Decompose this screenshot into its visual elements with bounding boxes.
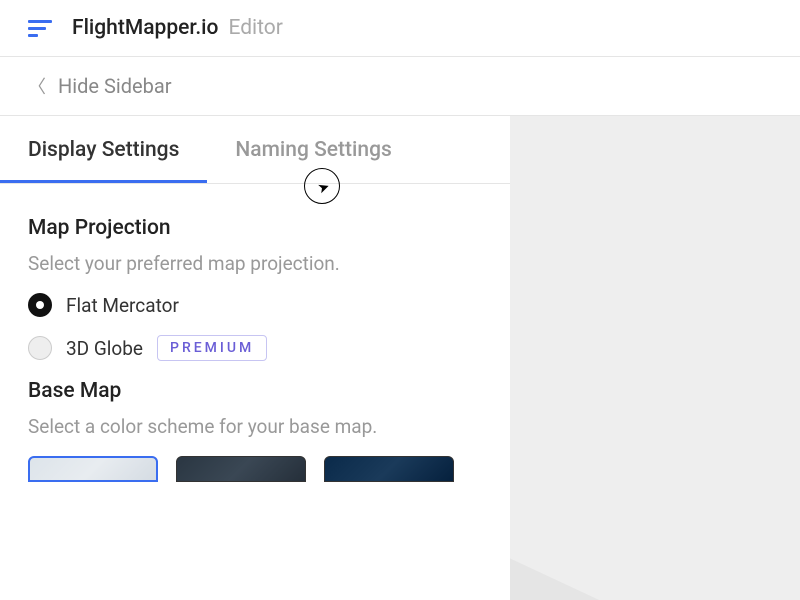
radio-icon: [28, 336, 52, 360]
base-map-option-dark-blue[interactable]: [324, 456, 454, 482]
sidebar: Display Settings Naming Settings Map Pro…: [0, 116, 510, 600]
radio-icon: [28, 293, 52, 317]
premium-badge: PREMIUM: [157, 335, 267, 361]
display-settings-panel: Map Projection Select your preferred map…: [0, 184, 510, 506]
tabs: Display Settings Naming Settings: [0, 116, 510, 184]
base-map-title: Base Map: [28, 379, 482, 403]
tab-naming-settings[interactable]: Naming Settings: [207, 116, 419, 183]
base-map-desc: Select a color scheme for your base map.: [28, 415, 482, 438]
tab-display-settings[interactable]: Display Settings: [0, 116, 207, 183]
app-title: FlightMapper.io: [72, 16, 218, 40]
menu-icon[interactable]: [28, 20, 52, 37]
base-map-option-light[interactable]: [28, 456, 158, 482]
base-map-option-dark-grey[interactable]: [176, 456, 306, 482]
main-content: Display Settings Naming Settings Map Pro…: [0, 116, 800, 600]
map-projection-desc: Select your preferred map projection.: [28, 252, 482, 275]
hide-sidebar-button[interactable]: 〈 Hide Sidebar: [0, 57, 800, 116]
radio-label: 3D Globe: [66, 337, 143, 360]
map-projection-title: Map Projection: [28, 216, 482, 240]
app-mode: Editor: [228, 16, 282, 40]
chevron-left-icon: 〈: [28, 73, 46, 99]
map-preview[interactable]: [510, 116, 800, 600]
hide-sidebar-label: Hide Sidebar: [58, 74, 172, 98]
base-map-options: [28, 456, 482, 482]
app-header: FlightMapper.io Editor: [0, 0, 800, 57]
projection-option-flat-mercator[interactable]: Flat Mercator: [28, 293, 482, 317]
projection-option-3d-globe[interactable]: 3D Globe PREMIUM: [28, 335, 482, 361]
radio-label: Flat Mercator: [66, 294, 179, 317]
